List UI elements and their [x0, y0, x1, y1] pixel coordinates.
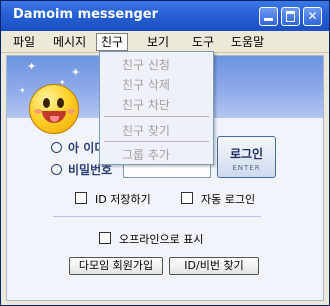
password-label: 비밀번호: [68, 163, 113, 177]
menu-message[interactable]: 메시지: [49, 34, 90, 50]
menu-separator: [104, 141, 209, 142]
bullet-icon: [51, 164, 62, 175]
auto-login-checkbox[interactable]: 자동 로그인: [181, 191, 255, 207]
join-button[interactable]: 다모임 회원가입: [69, 257, 163, 275]
menu-file[interactable]: 파일: [9, 34, 39, 50]
menu-help[interactable]: 도움말: [227, 34, 268, 50]
login-button-label: 로그인: [229, 147, 264, 161]
login-button-sublabel: ENTER: [232, 164, 261, 172]
menu-item-block-friend[interactable]: 친구 차단: [122, 96, 170, 113]
messenger-window: Damoim messenger ✕ 파일 메시지 친구 보기 도구 도움말 ✦…: [0, 0, 330, 306]
maximize-button[interactable]: [281, 7, 300, 26]
menu-item-delete-friend[interactable]: 친구 삭제: [122, 76, 170, 93]
menu-tools[interactable]: 도구: [188, 34, 218, 50]
save-id-checkbox[interactable]: ID 저장하기: [75, 191, 151, 207]
star-icon: ✦: [27, 60, 37, 73]
star-icon: ✦: [19, 86, 26, 95]
title-bar[interactable]: Damoim messenger ✕: [1, 1, 329, 31]
menu-bar: 파일 메시지 친구 보기 도구 도움말: [1, 32, 329, 53]
smiley-logo-icon: [29, 84, 79, 134]
menu-friends[interactable]: 친구: [96, 33, 129, 51]
divider: [53, 216, 261, 217]
window-title: Damoim messenger: [13, 7, 159, 22]
checkbox-box[interactable]: [75, 192, 87, 204]
friends-dropdown-menu: 친구 신청 친구 삭제 친구 차단 친구 찾기 그룹 추가: [99, 51, 214, 165]
checkbox-box[interactable]: [181, 192, 193, 204]
offline-checkbox[interactable]: 오프라인으로 표시: [99, 231, 203, 247]
close-button[interactable]: ✕: [303, 7, 322, 26]
login-button[interactable]: 로그인 ENTER: [217, 136, 276, 178]
menu-item-add-group[interactable]: 그룹 추가: [122, 146, 170, 163]
find-id-password-button[interactable]: ID/비번 찾기: [169, 257, 259, 275]
save-id-label: ID 저장하기: [95, 193, 151, 206]
checkbox-box[interactable]: [99, 232, 111, 244]
menu-item-add-friend[interactable]: 친구 신청: [122, 56, 170, 73]
auto-login-label: 자동 로그인: [201, 193, 256, 206]
bullet-icon: [51, 142, 62, 153]
offline-label: 오프라인으로 표시: [119, 233, 204, 246]
id-label-row: 아 이디: [51, 139, 105, 156]
menu-item-find-friend[interactable]: 친구 찾기: [122, 122, 170, 139]
minimize-button[interactable]: [259, 7, 278, 26]
menu-separator: [104, 116, 209, 117]
menu-view[interactable]: 보기: [143, 34, 173, 50]
star-icon: ✦: [71, 66, 81, 79]
